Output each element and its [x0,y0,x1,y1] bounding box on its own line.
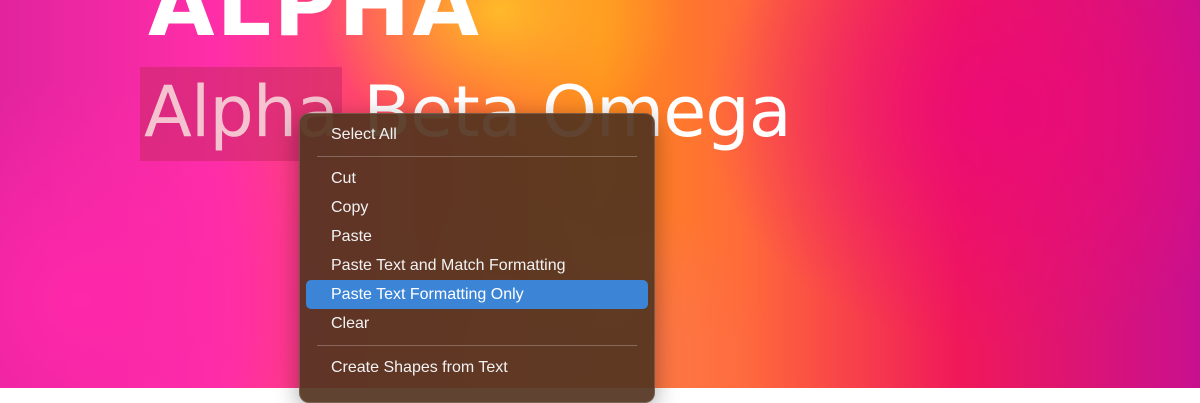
menu-item-paste-match-formatting[interactable]: Paste Text and Match Formatting [306,251,648,280]
menu-separator [317,156,637,157]
menu-item-paste-formatting-only[interactable]: Paste Text Formatting Only [306,280,648,309]
menu-item-cut[interactable]: Cut [306,164,648,193]
menu-separator [317,345,637,346]
context-menu: Select All Cut Copy Paste Paste Text and… [299,113,655,403]
menu-item-paste[interactable]: Paste [306,222,648,251]
menu-item-select-all[interactable]: Select All [306,120,648,149]
menu-item-copy[interactable]: Copy [306,193,648,222]
menu-item-create-shapes[interactable]: Create Shapes from Text [306,353,648,382]
slide-title[interactable]: ALPHA [148,0,481,56]
menu-item-clear[interactable]: Clear [306,309,648,338]
